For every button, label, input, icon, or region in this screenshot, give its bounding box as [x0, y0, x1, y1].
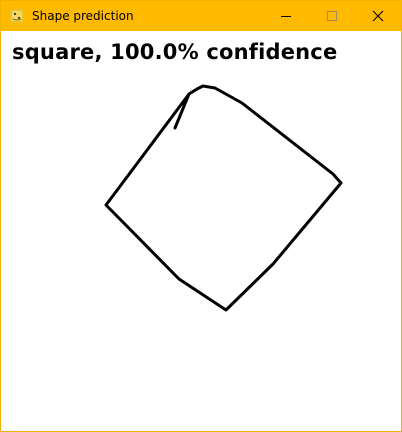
app-window: Shape prediction square, 100.0% confiden… — [0, 0, 402, 432]
drawn-shape — [104, 84, 343, 312]
shape-stroke — [104, 84, 343, 312]
window-title: Shape prediction — [32, 9, 134, 23]
python-icon — [10, 9, 24, 23]
canvas-area[interactable]: square, 100.0% confidence — [1, 31, 401, 431]
maximize-icon — [327, 11, 337, 21]
minimize-button[interactable] — [263, 1, 309, 31]
title-bar[interactable]: Shape prediction — [1, 1, 401, 31]
close-icon — [372, 10, 384, 22]
close-button[interactable] — [355, 1, 401, 31]
minimize-icon — [281, 16, 291, 17]
maximize-button[interactable] — [309, 1, 355, 31]
